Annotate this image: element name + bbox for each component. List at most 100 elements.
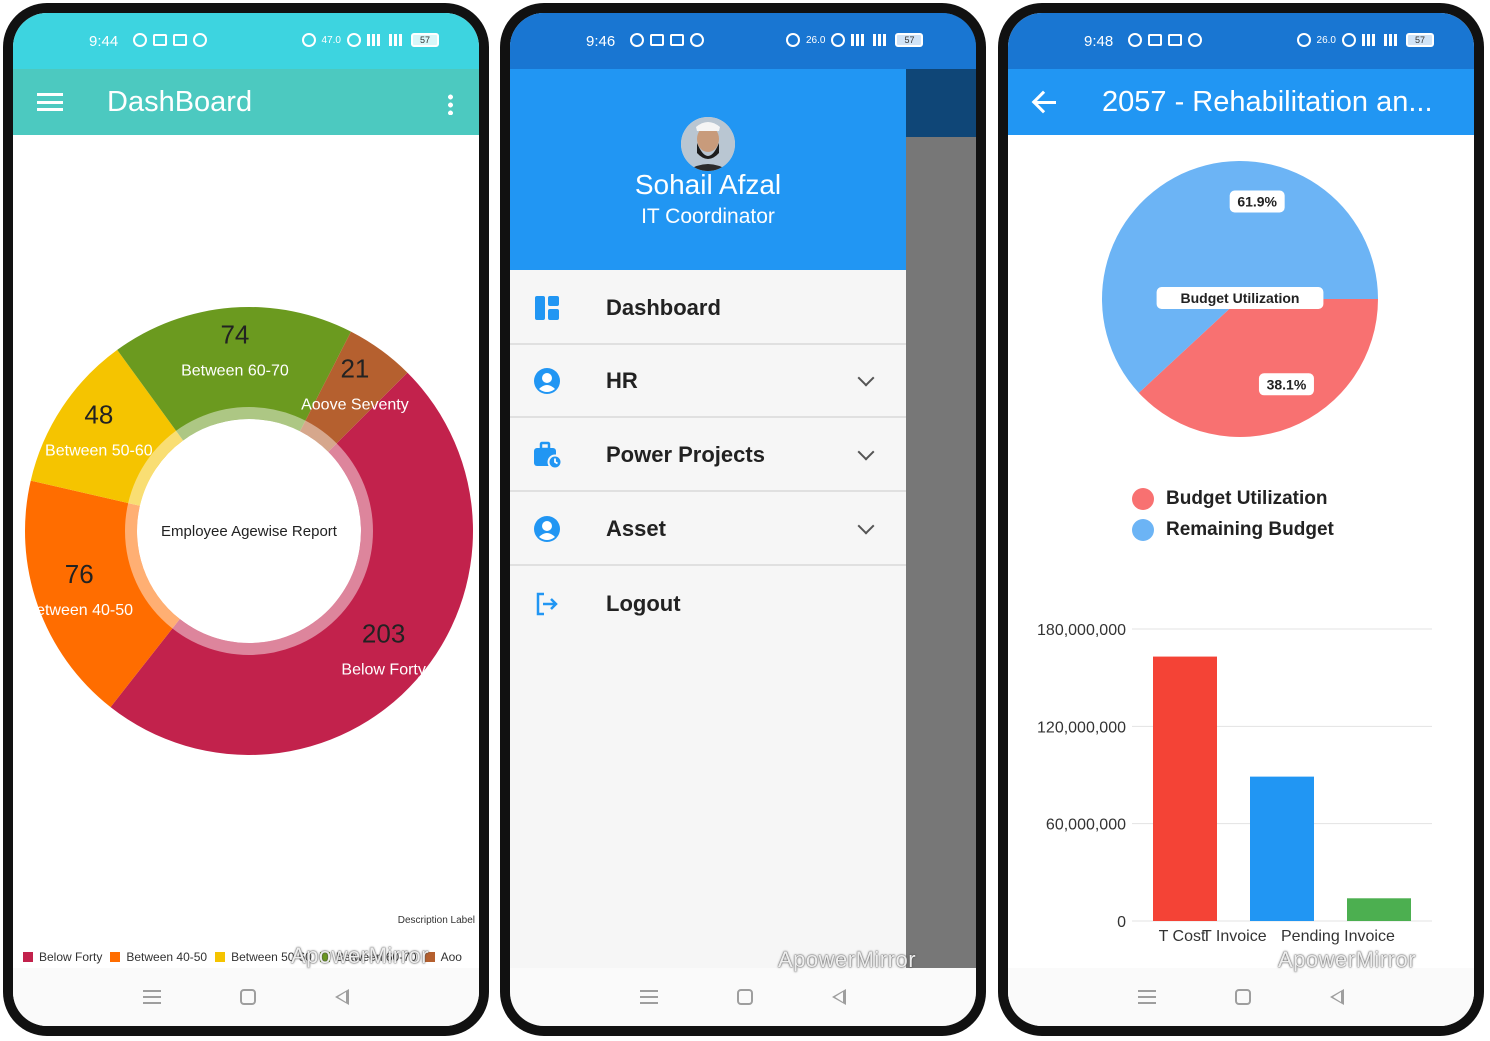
avatar (681, 117, 735, 171)
menu-item-logout[interactable]: Logout (510, 567, 906, 640)
slice-name-label: Between 50-60 (45, 443, 153, 460)
app-e-icon (1188, 33, 1202, 47)
slice-value-label: 203 (362, 618, 405, 648)
slice-name-label: Between 40-50 (25, 602, 133, 619)
legend-swatch (1132, 487, 1154, 510)
menu-label: Power Projects (606, 441, 765, 467)
slice-name-label: Below Forty (341, 661, 425, 678)
person-icon (532, 366, 562, 396)
network-speed: 26.0 (1316, 34, 1336, 46)
notification-icons (630, 33, 704, 47)
slice-percent-label: 61.9% (1229, 190, 1285, 213)
recent-apps-icon[interactable] (639, 990, 658, 1004)
budget-pie-chart: 61.9% 38.1% Budget Utilization (1102, 160, 1378, 437)
system-icons: 26.0 57 (786, 33, 924, 47)
recent-apps-icon[interactable] (142, 990, 161, 1004)
x-tick-label: Pending Invoice (1281, 928, 1395, 945)
signal-2-icon (1384, 34, 1400, 46)
chip-text: 38.1% (1267, 376, 1307, 392)
legend-swatch (215, 952, 226, 962)
slice-name-label: Between 60-70 (181, 363, 289, 380)
slice-percent-label: 38.1% (1258, 373, 1314, 396)
battery-icon: 57 (895, 33, 924, 47)
home-icon[interactable] (736, 989, 753, 1005)
slice-value-label: 74 (220, 320, 249, 350)
chevron-down-icon[interactable] (857, 517, 875, 534)
status-time: 9:46 (586, 33, 616, 50)
legend-label: Remaining Budget (1166, 518, 1334, 540)
pie-center-label: Budget Utilization (1156, 287, 1324, 309)
app-bar: 2057 - Rehabilitation an... (1008, 69, 1474, 135)
home-icon[interactable] (1234, 989, 1251, 1005)
menu-item-asset[interactable]: Asset (510, 493, 906, 566)
x-tick-label: T Cost (1159, 928, 1206, 945)
system-icons: 26.0 57 (1296, 33, 1434, 47)
alarm-icon (1296, 33, 1311, 47)
phone-drawer: 9:46 26.0 57 Sohail Afzal IT Coordinator… (500, 3, 986, 1036)
legend-item-remaining-budget: Remaining Budget (1132, 514, 1334, 545)
battery-icon: 57 (1406, 33, 1434, 47)
phone-screen: 9:48 26.0 57 2057 - Rehabilitation an...… (1008, 13, 1474, 1026)
y-tick-label: 0 (1117, 914, 1126, 931)
menu-item-dashboard[interactable]: Dashboard (510, 272, 906, 345)
recent-apps-icon[interactable] (1137, 990, 1156, 1004)
x-tick-label: T Invoice (1202, 928, 1267, 945)
status-time: 9:48 (1084, 33, 1114, 50)
signal-2-icon (873, 34, 890, 46)
watermark: ApowerMirror (778, 947, 917, 972)
phone-screen: 9:44 47.0 57 DashBoard 203 Below Forty 7… (13, 13, 479, 1026)
y-tick-label: 60,000,000 (1046, 817, 1126, 834)
back-icon[interactable] (1330, 989, 1345, 1005)
back-icon[interactable] (832, 989, 847, 1005)
screenshot-collage: 9:44 47.0 57 DashBoard 203 Below Forty 7… (0, 0, 1490, 1041)
app-icon (650, 34, 664, 46)
whatsapp-icon (630, 33, 644, 47)
chart-center-label: Employee Agewise Report (161, 523, 338, 540)
menu-label: Asset (606, 515, 666, 541)
legend-item: Below Forty (23, 950, 102, 964)
dashboard-icon (532, 293, 562, 323)
menu-label: Dashboard (606, 294, 721, 320)
app-e-icon (690, 33, 704, 47)
person-icon (532, 514, 562, 544)
chart-description-label: Description Label (397, 915, 475, 926)
legend-swatch (1132, 518, 1154, 541)
home-icon[interactable] (239, 989, 256, 1005)
mail-icon (670, 34, 684, 46)
legend-item-budget-utilization: Budget Utilization (1132, 483, 1334, 514)
watermark: ApowerMirror (1278, 947, 1417, 972)
chevron-down-icon[interactable] (857, 443, 875, 460)
budget-bar-chart: 0 60,000,000 120,000,000 180,000,000 T CostT… (1037, 622, 1432, 945)
legend-item: Aoo (424, 950, 462, 964)
alarm-icon (786, 33, 800, 47)
menu-item-power-projects[interactable]: Power Projects (510, 419, 906, 492)
status-bar: 9:46 26.0 57 (510, 13, 976, 69)
chevron-down-icon[interactable] (857, 369, 875, 386)
navigation-drawer: 9:46 26.0 57 Sohail Afzal IT Coordinator… (510, 13, 976, 968)
drawer-header: 9:46 26.0 57 Sohail Afzal IT Coordinator (510, 13, 976, 270)
watermark: ApowerMirror (291, 943, 430, 968)
phone-project-budget: 9:48 26.0 57 2057 - Rehabilitation an...… (998, 3, 1484, 1036)
whatsapp-icon (1128, 33, 1142, 47)
phone-screen: 9:46 26.0 57 Sohail Afzal IT Coordinator… (510, 13, 976, 1026)
legend-item: Between 40-50 (110, 950, 207, 964)
slice-name-label: Aoove Seventy (301, 396, 409, 413)
signal-icon (851, 34, 868, 46)
menu-item-hr[interactable]: HR (510, 345, 906, 418)
back-arrow-icon[interactable] (1032, 89, 1058, 115)
legend-swatch (110, 952, 121, 962)
page-title: 2057 - Rehabilitation an... (1102, 85, 1433, 118)
wifi-icon (831, 33, 846, 47)
briefcase-clock-icon (532, 440, 562, 470)
legend-label: Below Forty (39, 950, 103, 964)
user-role: IT Coordinator (641, 205, 775, 228)
user-name: Sohail Afzal (634, 169, 782, 200)
back-icon[interactable] (335, 989, 350, 1005)
legend-label: Budget Utilization (1166, 487, 1328, 509)
menu-label: Logout (606, 590, 681, 616)
bar-t-invoice (1250, 776, 1314, 921)
phone-dashboard: 9:44 47.0 57 DashBoard 203 Below Forty 7… (3, 3, 489, 1036)
wifi-icon (1342, 33, 1356, 47)
pie-legend: Budget Utilization Remaining Budget (1132, 483, 1334, 545)
chip-text: 61.9% (1237, 194, 1277, 210)
